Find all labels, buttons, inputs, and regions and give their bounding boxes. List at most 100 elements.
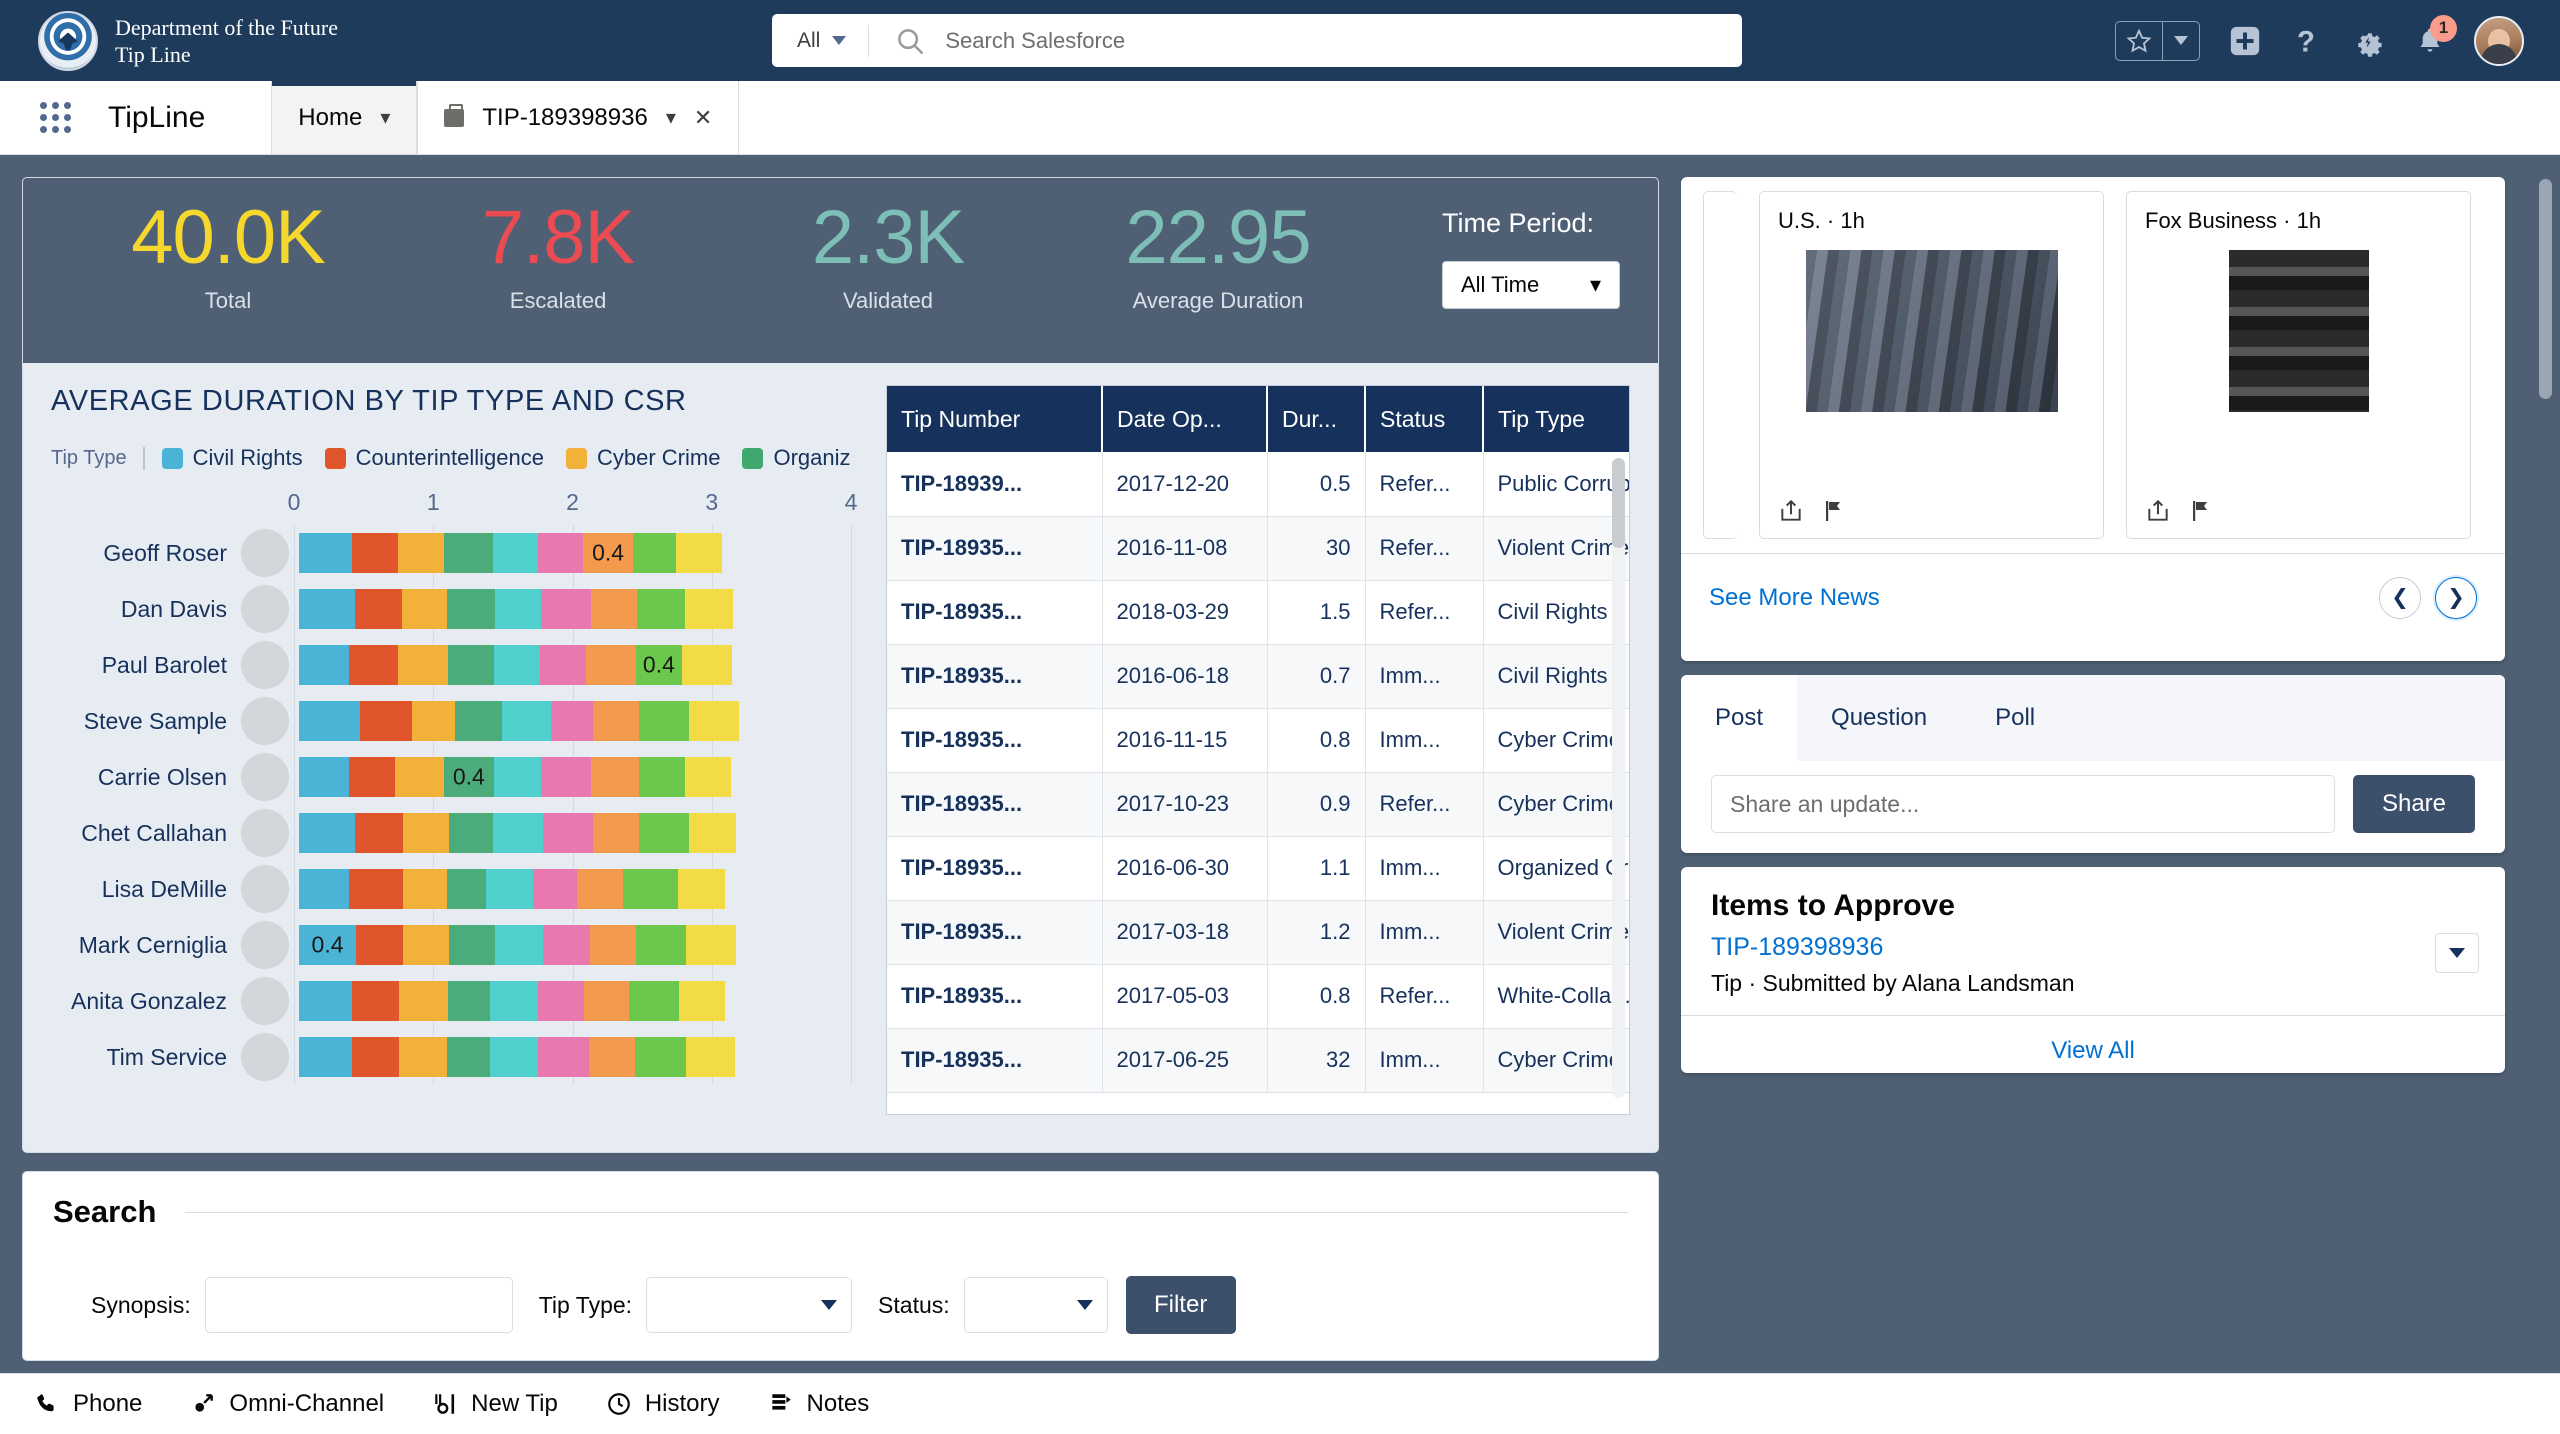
bar-segment[interactable] (360, 701, 412, 741)
bar-segment[interactable]: 0.4 (443, 757, 494, 797)
chart-bar-row[interactable]: Geoff Roser 0.4 (51, 525, 878, 581)
bar-segment[interactable] (679, 981, 726, 1021)
bar-segment[interactable] (299, 589, 355, 629)
filter-button[interactable]: Filter (1125, 1276, 1236, 1334)
bar-segment[interactable] (532, 869, 578, 909)
chart-bar-row[interactable]: Mark Cerniglia 0.4 (51, 917, 878, 973)
bar-segment[interactable] (551, 701, 593, 741)
bar-segment[interactable] (351, 533, 398, 573)
bar-segment[interactable] (299, 645, 350, 685)
share-icon[interactable] (2145, 498, 2171, 524)
approval-item-link[interactable]: TIP-189398936 (1711, 933, 1883, 961)
bar-segment[interactable] (635, 925, 687, 965)
view-all-link[interactable]: View All (2051, 1037, 2135, 1065)
table-row[interactable]: TIP-18939... 2017-12-20 0.5 Refer... Public … (887, 452, 1629, 517)
bar-segment[interactable] (299, 869, 350, 909)
bar-segment[interactable] (638, 813, 689, 853)
bar-segment[interactable] (688, 813, 737, 853)
bar-segment[interactable] (349, 869, 404, 909)
bar-segment[interactable] (449, 813, 493, 853)
bar-segment[interactable] (584, 981, 629, 1021)
bar-segment[interactable] (633, 533, 677, 573)
bar-segment[interactable] (402, 589, 447, 629)
bar-segment[interactable] (681, 645, 732, 685)
bar-segment[interactable] (349, 645, 398, 685)
bar-segment[interactable] (677, 869, 726, 909)
bar-segment[interactable] (493, 645, 540, 685)
chart-bar-row[interactable]: Paul Barolet 0.4 (51, 637, 878, 693)
bar-segment[interactable] (541, 757, 592, 797)
bar-segment[interactable] (489, 1037, 539, 1077)
bar-segment[interactable] (637, 589, 685, 629)
bar-segment[interactable] (449, 925, 496, 965)
bar-segment[interactable] (592, 813, 639, 853)
share-icon[interactable] (1778, 498, 1804, 524)
bar-segment[interactable] (585, 645, 636, 685)
bar-segment[interactable] (446, 1037, 490, 1077)
bar-segment[interactable] (686, 925, 737, 965)
bar-segment[interactable] (397, 533, 444, 573)
bar-segment[interactable] (351, 1037, 400, 1077)
gear-icon[interactable] (2350, 23, 2386, 59)
bar-segment[interactable] (542, 925, 590, 965)
bar-segment[interactable] (399, 981, 448, 1021)
utility-item-notes[interactable]: Notes (768, 1390, 869, 1418)
close-icon[interactable]: ✕ (694, 105, 712, 131)
chevron-left-icon[interactable]: ❮ (2379, 576, 2421, 619)
flag-icon[interactable] (1822, 498, 1846, 524)
bar-segment[interactable] (492, 813, 543, 853)
bar-segment[interactable] (354, 589, 403, 629)
star-icon[interactable] (2116, 28, 2162, 54)
table-row[interactable]: TIP-18935... 2017-05-03 0.8 Refer... White-C… (887, 964, 1629, 1029)
bar-segment[interactable] (577, 869, 624, 909)
app-launcher-icon[interactable] (40, 102, 80, 133)
question-mark-icon[interactable]: ? (2290, 24, 2322, 57)
table-scrollbar[interactable] (1612, 458, 1625, 1098)
tab-post[interactable]: Post (1681, 675, 1798, 761)
bar-segment[interactable] (628, 981, 680, 1021)
bar-segment[interactable] (541, 589, 592, 629)
utility-item-history[interactable]: History (606, 1390, 720, 1418)
bar-segment[interactable] (623, 869, 678, 909)
legend-item-cyber-crime[interactable]: Cyber Crime (565, 445, 720, 471)
favorites-group[interactable] (2115, 20, 2200, 61)
bar-segment[interactable] (356, 925, 404, 965)
news-card[interactable]: Fox Business · 1h (2126, 191, 2471, 539)
plus-icon[interactable] (2228, 24, 2262, 58)
bar-segment[interactable] (446, 869, 486, 909)
table-row[interactable]: TIP-18935... 2016-06-18 0.7 Imm... Civil Rig… (887, 644, 1629, 709)
bar-segment[interactable] (495, 589, 542, 629)
bar-segment[interactable] (299, 757, 350, 797)
bar-segment[interactable] (485, 869, 533, 909)
share-button[interactable]: Share (2353, 775, 2475, 833)
bar-segment[interactable] (688, 701, 739, 741)
table-row[interactable]: TIP-18935... 2016-11-15 0.8 Imm... Cyber Cri… (887, 708, 1629, 773)
chart-bar-row[interactable]: Chet Callahan (51, 805, 878, 861)
bar-segment[interactable] (299, 701, 361, 741)
page-scrollbar[interactable] (2539, 179, 2552, 1279)
bar-segment[interactable] (349, 757, 396, 797)
bar-segment[interactable] (588, 1037, 635, 1077)
bar-segment[interactable] (354, 813, 404, 853)
bar-segment[interactable] (502, 701, 552, 741)
chevron-down-icon[interactable]: ▾ (666, 105, 676, 130)
bar-segment[interactable] (447, 981, 490, 1021)
bar-segment[interactable] (443, 533, 493, 573)
bar-segment[interactable] (454, 701, 503, 741)
bar-segment[interactable] (492, 533, 539, 573)
table-row[interactable]: TIP-18935... 2017-06-25 32 Imm... Cyber Crim… (887, 1028, 1629, 1093)
utility-item-new-tip[interactable]: New Tip (432, 1390, 558, 1418)
bar-segment[interactable] (299, 813, 355, 853)
bar-segment[interactable] (489, 981, 539, 1021)
bell-icon[interactable]: 1 (2414, 14, 2457, 58)
bar-segment[interactable] (591, 589, 638, 629)
table-row[interactable]: TIP-18935... 2018-03-29 1.5 Refer... Civil R… (887, 580, 1629, 645)
bar-segment[interactable] (403, 925, 450, 965)
bar-segment[interactable] (299, 981, 352, 1021)
col-duration[interactable]: Dur... (1267, 386, 1366, 452)
bar-segment[interactable] (446, 589, 496, 629)
utility-item-omni-channel[interactable]: Omni-Channel (190, 1390, 384, 1418)
chart-bar-row[interactable]: Dan Davis (51, 581, 878, 637)
bar-segment[interactable] (299, 1037, 352, 1077)
tab-home[interactable]: Home ▾ (271, 81, 418, 154)
